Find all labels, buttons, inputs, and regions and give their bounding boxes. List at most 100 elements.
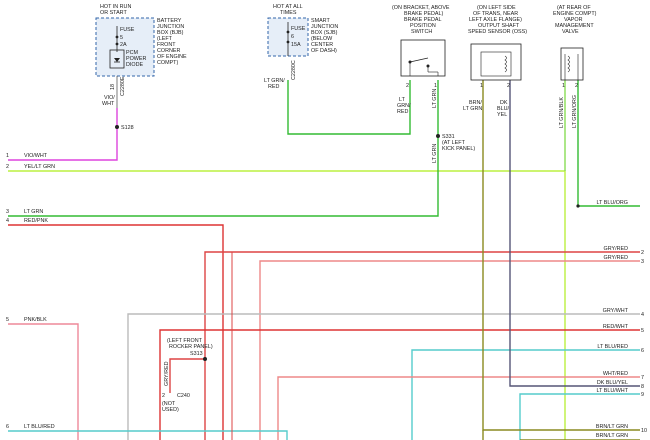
sjb-wire-color-2: RED (268, 84, 279, 90)
left-connector-pin-4: 4 (6, 218, 9, 224)
oss-pin-1: 1 (480, 83, 483, 89)
right-connector-labels: LT BLU/ORG GRY/RED 2 GRY/RED 3 GRY/WHT 4 RED/WH… (596, 200, 647, 439)
splice-ltbluorg-dot (576, 204, 580, 208)
labels-layer: HOT IN RUN OR START FUSE 5 2A PCM POWER … (100, 4, 597, 413)
splice-s128-label: S128 (121, 125, 134, 131)
right-wire-label-5: RED/WHT (603, 324, 629, 330)
oss-pin-2: 2 (507, 83, 510, 89)
vmv-desc: (AT REAR OF ENGINE COMPT) VAPOR MANAGEME… (553, 5, 597, 35)
s313-3: S313 (190, 351, 203, 357)
right-wire-label-3: GRY/RED (604, 255, 629, 261)
oss-wire-right-3: YEL (497, 112, 507, 118)
vmv-pin-1: 1 (562, 83, 565, 89)
wire-lt-blu-red-l[interactable] (8, 430, 288, 440)
right-wire-label-11: BRN/LT GRN (596, 433, 628, 439)
bjb-hot-2: OR START (100, 10, 127, 16)
vmv-box (560, 47, 584, 81)
right-connector-pin-2: 2 (641, 250, 644, 256)
right-wire-label-7: WHT/RED (603, 371, 628, 377)
wire-ltgrn-red[interactable] (287, 80, 411, 135)
vmv-pin-2: 2 (575, 83, 578, 89)
oss-box (470, 43, 522, 81)
s331-wire: LT GRN (432, 144, 438, 163)
left-connector-pin-2: 2 (6, 164, 9, 170)
right-connector-pin-7: 7 (641, 375, 644, 381)
s313-wire: GRY/RED (164, 361, 170, 386)
connector-c2280c: C2280C (291, 60, 297, 80)
right-connector-pin-9: 9 (641, 392, 644, 398)
c240-label: C240 (177, 393, 190, 399)
wire-gry-red-2[interactable] (204, 251, 640, 440)
right-connector-pin-6: 6 (641, 348, 644, 354)
bjb-pin: 18 (110, 84, 116, 90)
right-wire-label-8: DK BLU/YEL (597, 380, 628, 386)
right-connector-pin-10: 10 (641, 428, 647, 434)
bpp-pin-2: 2 (406, 83, 409, 89)
left-connector-pin-5: 5 (6, 317, 9, 323)
right-connector-pin-5: 5 (641, 328, 644, 334)
left-wire-label-1: VIO/WHT (24, 153, 48, 159)
sjb-fuse-label: FUSE (291, 26, 306, 32)
right-wire-label-2: GRY/RED (604, 246, 629, 252)
left-wire-label-3: LT GRN (24, 209, 43, 215)
svg-text:OF DASH): OF DASH) (311, 48, 337, 54)
wire-pnk-blk[interactable] (8, 323, 79, 440)
vmv-wire-left: LT GRN/BLK (559, 97, 565, 128)
bjb-fuse-label: FUSE (120, 27, 135, 33)
left-connector-pin-1: 1 (6, 153, 9, 159)
wire-lt-grn-main[interactable] (8, 136, 439, 217)
not-used-2: USED) (162, 407, 179, 413)
bjb-wire-color-2: WHT (102, 101, 115, 107)
right-wire-label-6: LT BLU/RED (597, 344, 628, 350)
bpp-pin-1: 1 (434, 83, 437, 89)
sjb-fuse-num: 6 (291, 34, 294, 40)
bjb-fuse-amp: 2A (120, 42, 127, 48)
right-connector-pin-8: 8 (641, 384, 644, 390)
left-connector-labels: 1 VIO/WHT 2 YEL/LT GRN 3 LT GRN 4 RED/PNK 5 PNK/B… (6, 153, 55, 430)
oss-desc: (ON LEFT SIDE OF TRANS, NEAR LEFT AXLE F… (468, 5, 527, 35)
c240-pin: 2 (162, 393, 165, 399)
svg-text:COMPT): COMPT) (157, 60, 178, 66)
wire-yel-ltgrn[interactable] (8, 170, 566, 440)
bpp-wire-left-3: RED (397, 109, 408, 115)
left-wire-label-6: LT BLU/RED (24, 424, 55, 430)
bjb-diode-3: DIODE (126, 62, 143, 68)
svg-text:SPEED SENSOR (OSS): SPEED SENSOR (OSS) (468, 29, 527, 35)
wire-vmv-ltgrn-org[interactable] (577, 80, 640, 207)
s313-2: ROCKER PANEL) (169, 344, 213, 350)
wiring-diagram: HOT IN RUN OR START FUSE 5 2A PCM POWER … (6, 4, 647, 440)
sjb-hot-2: TIMES (280, 10, 297, 16)
splice-s313-dot (203, 357, 207, 361)
bpp-desc: (ON BRACKET, ABOVE BRAKE PEDAL) BRAKE PE… (392, 5, 450, 35)
right-connector-pin-4: 4 (641, 312, 644, 318)
right-wire-label-9: LT BLU/WHT (596, 388, 628, 394)
wiring-diagram-page: HOT IN RUN OR START FUSE 5 2A PCM POWER … (0, 0, 650, 440)
wire-s313-stub[interactable] (169, 358, 205, 393)
wires-layer (8, 80, 640, 440)
splice-s331-dot (436, 134, 440, 138)
right-wire-label-4: GRY/WHT (603, 308, 629, 314)
sjb-fuse-amp: 15A (291, 42, 301, 48)
right-wire-label-1: LT BLU/ORG (596, 200, 628, 206)
bjb-fuse-num: 5 (120, 35, 123, 41)
wire-red-pnk[interactable] (8, 224, 224, 440)
sjb-desc: SMART JUNCTION BOX (SJB) (BELOW CENTER O… (311, 18, 338, 54)
left-wire-label-2: YEL/LT GRN (24, 164, 55, 170)
svg-text:SWITCH: SWITCH (411, 29, 432, 35)
splice-s331-3: KICK PANEL) (442, 146, 475, 152)
connector-c2280e: C2280E (120, 76, 126, 96)
splice-s128-dot (115, 125, 119, 129)
vmv-wire-right: LT GRN/ORG (572, 95, 578, 128)
right-connector-pin-3: 3 (641, 259, 644, 265)
svg-text:OR START: OR START (100, 10, 127, 16)
left-connector-pin-3: 3 (6, 209, 9, 215)
bpp-wire-right: LT GRN (432, 89, 438, 108)
left-wire-label-4: RED/PNK (24, 218, 48, 224)
svg-text:VALVE: VALVE (562, 29, 579, 35)
bpp-switch-box (400, 39, 446, 77)
oss-wire-left-2: LT GRN (463, 106, 482, 112)
bjb-desc: BATTERY JUNCTION BOX (BJB) (LEFT FRONT C… (157, 18, 187, 66)
left-wire-label-5: PNK/BLK (24, 317, 47, 323)
right-wire-label-10: BRN/LT GRN (596, 424, 628, 430)
left-connector-pin-6: 6 (6, 424, 9, 430)
